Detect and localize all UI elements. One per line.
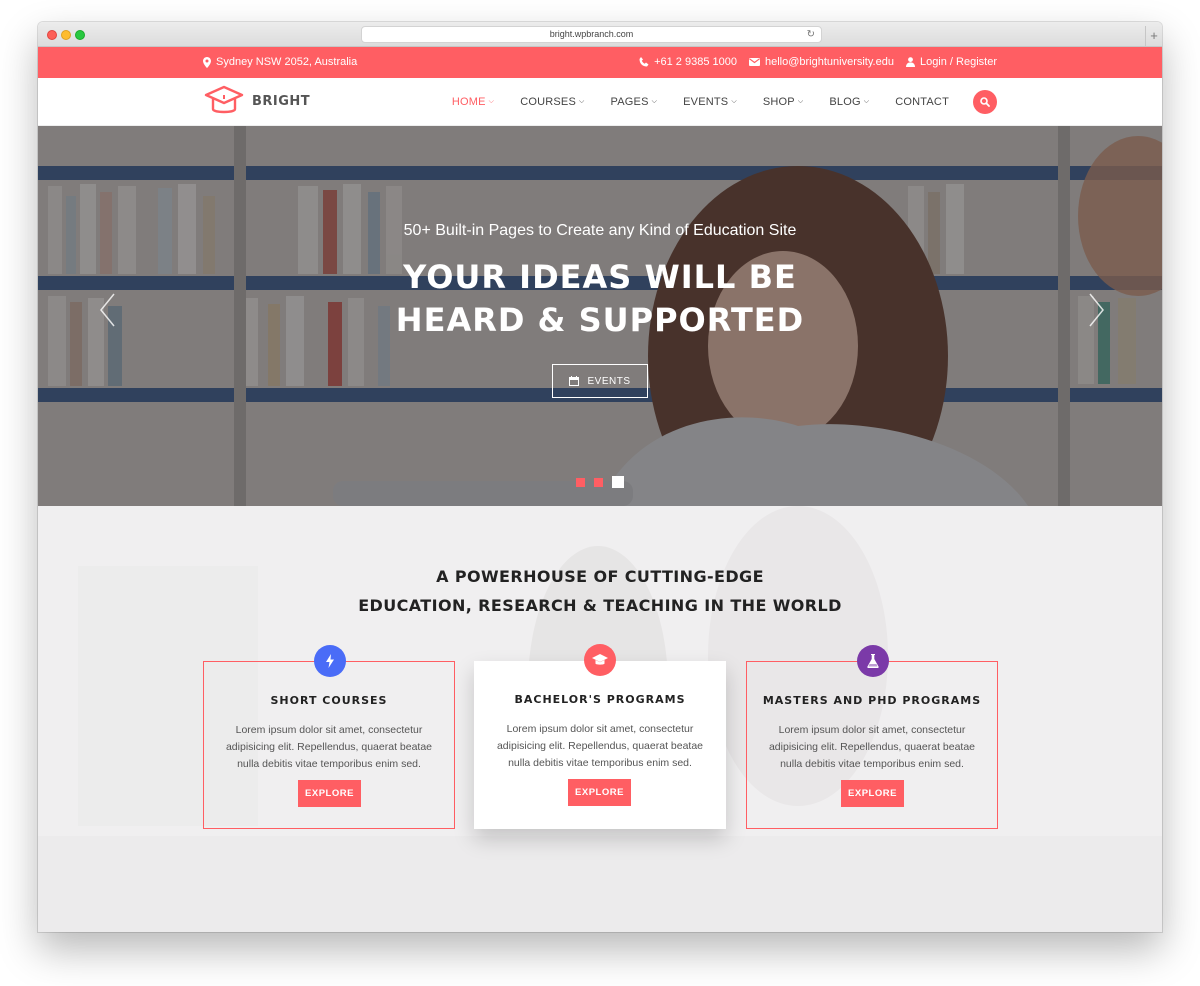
- nav-item-label: CONTACT: [895, 96, 949, 108]
- login-link[interactable]: Login / Register: [905, 56, 997, 68]
- location-info: Sydney NSW 2052, Australia: [203, 56, 357, 68]
- card-title: SHORT COURSES: [270, 694, 388, 707]
- phone-text: +61 2 9385 1000: [654, 56, 737, 68]
- maximize-window-button[interactable]: [75, 30, 85, 40]
- email-link[interactable]: hello@brightuniversity.edu: [748, 56, 894, 68]
- minimize-window-button[interactable]: [61, 30, 71, 40]
- slider-dot-2[interactable]: [594, 477, 603, 487]
- envelope-icon: [748, 58, 760, 66]
- graduation-cap-icon: [592, 654, 608, 665]
- hero-events-button[interactable]: EVENTS: [552, 364, 648, 398]
- login-text: Login / Register: [919, 56, 997, 68]
- reload-icon[interactable]: ↻: [807, 27, 815, 42]
- nav-item-blog[interactable]: BLOG ⌵: [816, 78, 882, 126]
- nav-item-courses[interactable]: COURSES ⌵: [507, 78, 597, 126]
- card-text: Lorem ipsum dolor sit amet, consectetur …: [496, 723, 704, 769]
- chevron-down-icon: ⌵: [731, 98, 737, 105]
- nav-item-contact[interactable]: CONTACT: [882, 78, 962, 126]
- chevron-down-icon: ⌵: [651, 98, 658, 105]
- site-logo[interactable]: BRIGHT: [204, 85, 310, 117]
- nav-item-label: HOME: [451, 96, 486, 108]
- nav-item-label: EVENTS: [683, 96, 729, 108]
- section-title-line-2: EDUCATION, RESEARCH & TEACHING IN THE WO…: [358, 596, 842, 615]
- close-window-button[interactable]: [47, 30, 57, 40]
- top-info-bar: Sydney NSW 2052, Australia +61 2 9385 10…: [38, 47, 1162, 78]
- card-badge: [857, 645, 889, 677]
- chevron-down-icon: ⌵: [579, 98, 585, 105]
- hero-slider: 50+ Built-in Pages to Create any Kind of…: [38, 126, 1162, 506]
- lightning-icon: [326, 654, 334, 668]
- address-bar-url: bright.wpbranch.com: [549, 29, 634, 39]
- program-card-short-courses: SHORT COURSES Lorem ipsum dolor sit amet…: [203, 645, 455, 829]
- program-card-masters-phd: MASTERS AND PHD PROGRAMS Lorem ipsum dol…: [746, 645, 998, 829]
- slider-pagination: [576, 476, 624, 488]
- hero-title-line-2: HEARD & SUPPORTED: [395, 301, 805, 339]
- card-text: Lorem ipsum dolor sit amet, consectetur …: [225, 724, 433, 770]
- chevron-down-icon: ⌵: [797, 98, 804, 105]
- program-card-bachelors: BACHELOR'S PROGRAMS Lorem ipsum dolor si…: [474, 644, 726, 829]
- location-text: Sydney NSW 2052, Australia: [216, 56, 358, 68]
- site-header: BRIGHT HOME ⌵ COURSES ⌵ PAGES ⌵ EVENTS ⌵ SHO…: [38, 78, 1162, 126]
- slider-dot-3[interactable]: [612, 476, 624, 488]
- flask-icon: [867, 654, 879, 668]
- logo-text: BRIGHT: [252, 93, 311, 109]
- card-title: BACHELOR'S PROGRAMS: [514, 693, 686, 706]
- calendar-icon: [569, 376, 580, 386]
- address-bar[interactable]: bright.wpbranch.com ↻: [361, 26, 822, 43]
- user-icon: [905, 57, 915, 67]
- card-badge: [584, 644, 616, 676]
- search-button[interactable]: [973, 90, 997, 114]
- search-icon: [980, 97, 990, 107]
- hero-title-line-1: YOUR IDEAS WILL BE: [403, 258, 797, 296]
- nav-item-label: COURSES: [520, 96, 576, 108]
- programs-section: A POWERHOUSE OF CUTTING-EDGE EDUCATION, …: [38, 506, 1162, 932]
- hero-button-label: EVENTS: [587, 375, 631, 387]
- email-text: hello@brightuniversity.edu: [764, 56, 894, 68]
- explore-button[interactable]: EXPLORE: [841, 780, 904, 807]
- slider-dot-1[interactable]: [576, 477, 585, 487]
- card-title: MASTERS AND PHD PROGRAMS: [762, 694, 982, 707]
- phone-icon: [639, 57, 649, 67]
- explore-button[interactable]: EXPLORE: [298, 780, 361, 807]
- card-text: Lorem ipsum dolor sit amet, consectetur …: [768, 724, 976, 770]
- hero-title: YOUR IDEAS WILL BE HEARD & SUPPORTED: [38, 256, 1162, 342]
- browser-window: bright.wpbranch.com ↻ + Sydney NSW 2052,…: [38, 22, 1162, 932]
- graduation-cap-logo-icon: [204, 85, 244, 114]
- section-title-line-1: A POWERHOUSE OF CUTTING-EDGE: [436, 567, 764, 586]
- main-nav: HOME ⌵ COURSES ⌵ PAGES ⌵ EVENTS ⌵ SHOP ⌵ BLOG…: [439, 78, 962, 126]
- chevron-down-icon: ⌵: [488, 98, 495, 105]
- chevron-down-icon: ⌵: [863, 98, 870, 105]
- nav-item-shop[interactable]: SHOP ⌵: [750, 78, 817, 126]
- nav-item-events[interactable]: EVENTS ⌵: [670, 78, 750, 126]
- explore-button[interactable]: EXPLORE: [568, 779, 631, 806]
- hero-subtitle: 50+ Built-in Pages to Create any Kind of…: [403, 222, 797, 239]
- card-badge: [314, 645, 346, 677]
- nav-item-pages[interactable]: PAGES ⌵: [598, 78, 671, 126]
- browser-titlebar: bright.wpbranch.com ↻ +: [38, 22, 1162, 47]
- nav-item-home[interactable]: HOME ⌵: [439, 78, 507, 126]
- nav-item-label: BLOG: [829, 96, 861, 108]
- nav-item-label: SHOP: [762, 96, 795, 108]
- nav-item-label: PAGES: [610, 96, 649, 108]
- new-tab-button[interactable]: +: [1145, 26, 1162, 47]
- section-title: A POWERHOUSE OF CUTTING-EDGE EDUCATION, …: [38, 562, 1162, 620]
- map-marker-icon: [203, 56, 211, 68]
- phone-link[interactable]: +61 2 9385 1000: [639, 56, 737, 68]
